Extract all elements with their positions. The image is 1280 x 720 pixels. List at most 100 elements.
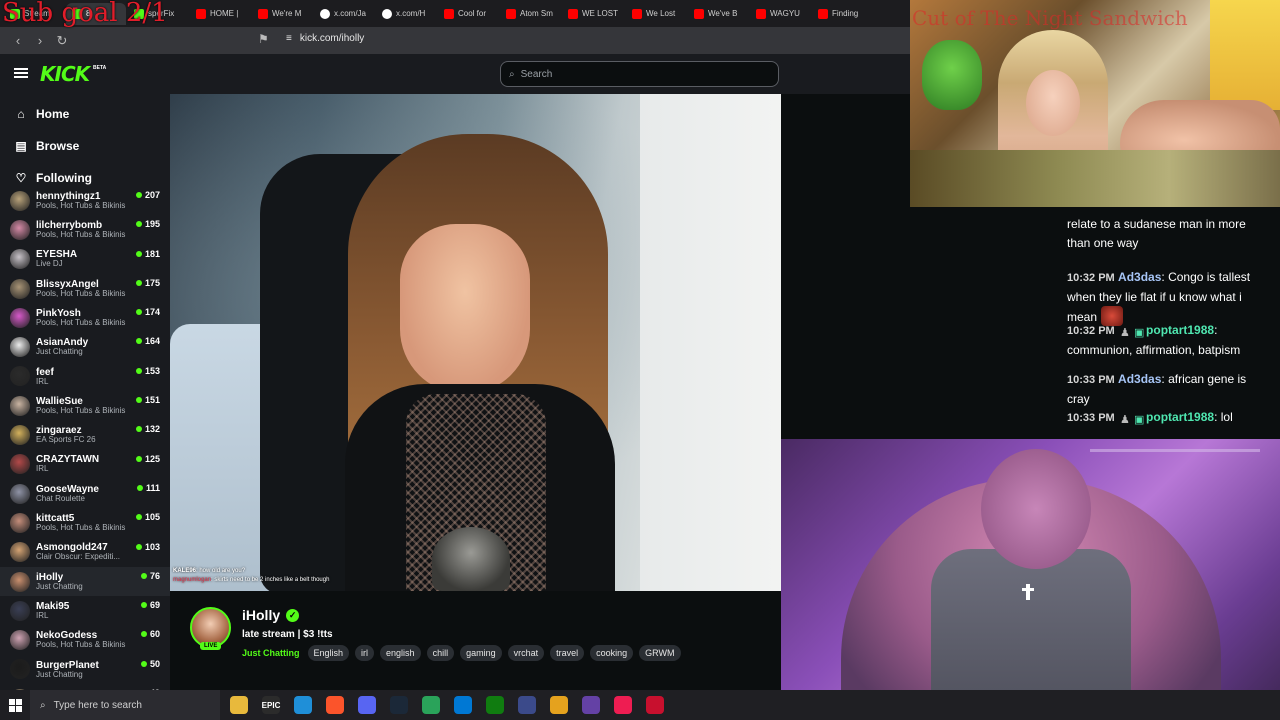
browser-tab[interactable]: Atom Sm	[500, 3, 560, 25]
forward-icon[interactable]: ›	[30, 31, 50, 51]
video-player[interactable]: KALE96: how old are you? magnumlogan: sk…	[170, 94, 781, 591]
video-chat-user: magnumlogan	[173, 577, 212, 583]
stream-tag[interactable]: irl	[355, 645, 375, 661]
stream-tag[interactable]: cooking	[590, 645, 634, 661]
browser-tab[interactable]: x.com/Ja	[314, 3, 374, 25]
url-field[interactable]: ≡ kick.com/iholly	[286, 33, 364, 44]
viewer-count-value: 111	[145, 482, 160, 493]
viewer-count-value: 105	[144, 512, 160, 523]
channel-category: Pools, Hot Tubs & Bikinis	[36, 641, 126, 650]
stream-tag[interactable]: travel	[550, 645, 585, 661]
streamer-name[interactable]: iHolly ✓	[242, 607, 300, 623]
channel-item[interactable]: hennythingz1 Pools, Hot Tubs & Bikinis 207	[0, 186, 170, 215]
shield-app-icon[interactable]	[518, 696, 536, 714]
channel-item[interactable]: feef IRL 153	[0, 362, 170, 391]
browser-tab[interactable]: Finding	[812, 3, 872, 25]
channel-item[interactable]: lilcherrybomb Pools, Hot Tubs & Bikinis 19…	[0, 215, 170, 244]
channel-item[interactable]: iHolly Just Chatting 76	[0, 566, 170, 597]
channel-item[interactable]: CRAZYTAWN IRL 125	[0, 450, 170, 479]
reload-icon[interactable]: ↻	[52, 31, 72, 51]
app-green-app-icon[interactable]	[422, 696, 440, 714]
browser-tab[interactable]: x.com/H	[376, 3, 436, 25]
bookmark-icon[interactable]: ⚑	[258, 32, 269, 46]
stream-tag[interactable]: gaming	[460, 645, 502, 661]
brave-app-icon[interactable]	[326, 696, 344, 714]
xbox-app-icon[interactable]	[486, 696, 504, 714]
live-dot-icon	[135, 367, 142, 374]
taskbar-search[interactable]: ⌕ Type here to search	[30, 690, 220, 720]
menu-icon[interactable]	[14, 68, 28, 78]
chat-message: relate to a sudanese man in more than on…	[1067, 215, 1272, 252]
video-chat-overlay: KALE96: how old are you? magnumlogan: sk…	[173, 567, 329, 585]
discord-app-icon[interactable]	[358, 696, 376, 714]
channel-text: hennythingz1 Pools, Hot Tubs & Bikinis	[36, 191, 136, 211]
viewer-count-value: 164	[144, 336, 160, 347]
search-input[interactable]: ⌕ Search	[500, 61, 779, 87]
channel-item[interactable]: NekoGodess Pools, Hot Tubs & Bikinis 60	[0, 625, 170, 654]
channel-item[interactable]: Maki95 IRL 69	[0, 596, 170, 625]
notes-app-icon[interactable]	[550, 696, 568, 714]
stream-tag[interactable]: GRWM	[639, 645, 681, 661]
channel-item[interactable]: EYESHA Live DJ 181	[0, 245, 170, 274]
search-placeholder: Search	[520, 68, 553, 80]
channel-text: lilcherrybomb Pools, Hot Tubs & Bikinis	[36, 220, 136, 240]
stream-tag[interactable]: english	[380, 645, 421, 661]
back-icon[interactable]: ‹	[8, 31, 28, 51]
browser-tab[interactable]: WE LOST	[562, 3, 624, 25]
folder-app-icon[interactable]	[230, 696, 248, 714]
channel-text: AsianAndy Just Chatting	[36, 337, 136, 357]
viewer-count: 181	[135, 249, 160, 259]
app-red-app-icon[interactable]	[646, 696, 664, 714]
chat-username[interactable]: Ad3das	[1118, 270, 1161, 284]
sidebar-item-browse[interactable]: ▤ Browse	[0, 130, 170, 162]
channel-text: NekoGodess Pools, Hot Tubs & Bikinis	[36, 630, 141, 650]
channel-item[interactable]: BlissyxAngel Pools, Hot Tubs & Bikinis 175	[0, 274, 170, 303]
channel-item[interactable]: AsianAndy Just Chatting 164	[0, 332, 170, 361]
tiktok-app-icon[interactable]	[614, 696, 632, 714]
stream-tag[interactable]: vrchat	[507, 645, 545, 661]
browser-tab[interactable]: WAGYU	[750, 3, 810, 25]
taskbar-apps: EPIC	[220, 696, 664, 714]
browser-tab[interactable]: Cool for	[438, 3, 498, 25]
channel-item[interactable]: zingaraez EA Sports FC 26 132	[0, 420, 170, 449]
channel-item[interactable]: BurgerPlanet Just Chatting 50	[0, 655, 170, 684]
browser-tab[interactable]: We Lost	[626, 3, 686, 25]
channel-item[interactable]: kittcatt5 Pools, Hot Tubs & Bikinis 105	[0, 508, 170, 537]
app-label: EPIC	[261, 700, 281, 710]
channel-avatar	[10, 425, 30, 446]
channel-item[interactable]: PinkYosh Pools, Hot Tubs & Bikinis 174	[0, 303, 170, 332]
live-dot-icon	[135, 192, 142, 198]
browser-tab[interactable]: We've B	[688, 3, 748, 25]
channel-item[interactable]: WallieSue Pools, Hot Tubs & Bikinis 151	[0, 391, 170, 420]
sidebar-item-home[interactable]: ⌂ Home	[0, 98, 170, 130]
chat-username[interactable]: poptart1988	[1146, 323, 1214, 337]
explorer-app-icon[interactable]	[454, 696, 472, 714]
viewer-count: 60	[140, 629, 160, 639]
live-dot-icon	[140, 572, 147, 579]
chat-username[interactable]: poptart1988	[1146, 410, 1214, 424]
channel-avatar	[10, 454, 30, 475]
chat-app-icon[interactable]	[582, 696, 600, 714]
epic-app-icon[interactable]: EPIC	[262, 696, 280, 714]
stream-tag[interactable]: chill	[426, 645, 455, 661]
browser-tab[interactable]: HOME |	[190, 3, 250, 25]
sub-goal-overlay: Sub goal 2/1	[2, 0, 168, 28]
start-button[interactable]	[0, 690, 30, 720]
site-info-icon[interactable]: ≡	[286, 33, 292, 44]
steam-app-icon[interactable]	[390, 696, 408, 714]
viewer-count: 50	[140, 659, 160, 669]
video-chat-user: KALE96	[173, 568, 197, 574]
category-link[interactable]: Just Chatting	[242, 648, 300, 658]
sidebar-nav: ⌂ Home ▤ Browse ♡ Following	[0, 94, 170, 194]
browser-tab[interactable]: We're M	[252, 3, 312, 25]
channel-item[interactable]: Asmongold247 Clair Obscur: Expediti... 103	[0, 538, 170, 567]
viewer-count: 69	[140, 600, 160, 610]
edge-app-icon[interactable]	[294, 696, 312, 714]
stream-tag[interactable]: English	[307, 645, 350, 661]
channel-name: Maki95	[36, 600, 70, 612]
chat-username[interactable]: Ad3das	[1118, 372, 1161, 386]
kick-logo[interactable]: KICK	[40, 62, 90, 86]
channel-category: Pools, Hot Tubs & Bikinis	[36, 201, 126, 210]
channel-item[interactable]: GooseWayne Chat Roulette 111	[0, 479, 170, 508]
live-dot-icon	[136, 484, 143, 491]
